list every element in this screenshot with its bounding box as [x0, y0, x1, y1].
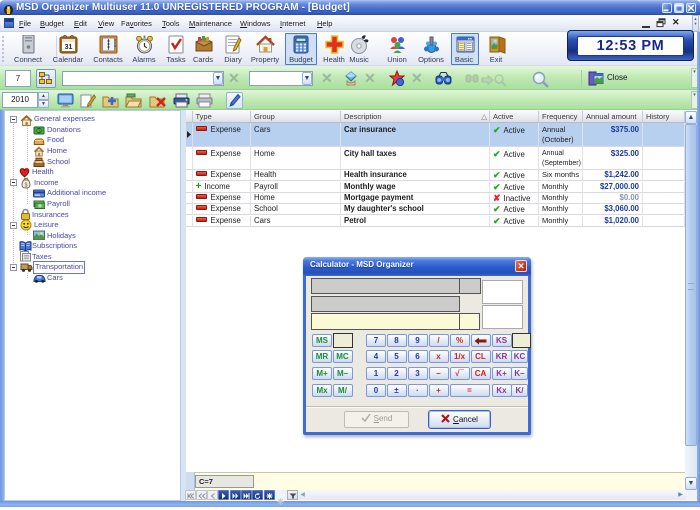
svg-text:$: $ — [24, 182, 27, 188]
svg-text:31: 31 — [65, 44, 73, 51]
